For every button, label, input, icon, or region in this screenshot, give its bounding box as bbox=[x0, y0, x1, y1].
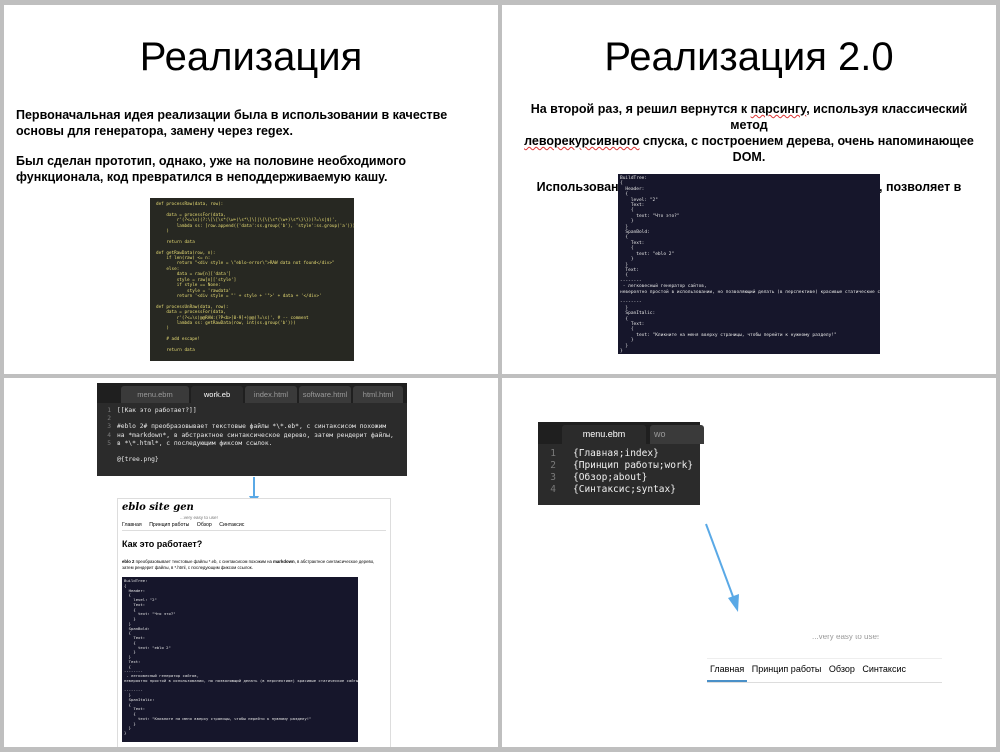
nav-how-it-works[interactable]: Принцип работы bbox=[752, 664, 822, 674]
slide-pipeline: menu.ebm work.eb index.html software.htm… bbox=[4, 378, 498, 747]
site-heading: Как это работает? bbox=[122, 539, 203, 549]
body-bold: markdown bbox=[273, 559, 295, 564]
nav-home[interactable]: Главная bbox=[122, 522, 142, 528]
slide-title: Реализация 2.0 bbox=[604, 35, 894, 79]
slide-title: Реализация bbox=[139, 35, 363, 79]
tree-screenshot: BuildTree:{ Header: { level: "2" Text: {… bbox=[618, 174, 880, 354]
nav-syntax[interactable]: Синтаксис bbox=[862, 664, 906, 674]
nav-items: Главная Принцип работы Обзор Синтаксис bbox=[710, 664, 912, 674]
text-part: На второй раз, я решил вернутся к bbox=[530, 102, 751, 116]
code-line: lambda ss: [row.append({'data':ss.group(… bbox=[156, 223, 354, 229]
code-line: r'(?<=\s)(?:\[\[\s*(\w+)\s*\]\]|\{\{\s*(… bbox=[156, 218, 338, 224]
code-line: return data bbox=[156, 347, 195, 353]
site-tagline: ...very easy to use! bbox=[180, 515, 218, 520]
site-preview: eblo site gen ...very easy to use! Главн… bbox=[117, 498, 391, 747]
nav-how-it-works[interactable]: Принцип работы bbox=[149, 522, 189, 528]
tree-line: невероятно простой в использовании, но п… bbox=[124, 677, 358, 683]
tree-line: } bbox=[124, 730, 127, 735]
paragraph-2: Был сделан прототип, однако, уже на поло… bbox=[16, 154, 407, 184]
site-body: eblo 2 преобразовывает текстовые файлы *… bbox=[122, 559, 382, 571]
tree-line: невероятно простой в использовании, но п… bbox=[620, 289, 880, 295]
body-bold: eblo 2 bbox=[122, 559, 135, 564]
site-nav: Главная Принцип работы Обзор Синтаксис bbox=[707, 658, 942, 683]
nav-overview[interactable]: Обзор bbox=[197, 522, 212, 528]
arrow-icon bbox=[705, 523, 739, 612]
slide-implementation-2: Реализация 2.0 На второй раз, я решил ве… bbox=[502, 5, 996, 374]
tagline-fragment: ...very easy to use! bbox=[812, 635, 880, 641]
word-parsing: парсингу bbox=[750, 102, 807, 116]
site-tree-image: BuildTree:{ Header: { level: "2" Text: {… bbox=[122, 577, 358, 742]
nav-home[interactable]: Главная bbox=[710, 664, 744, 674]
code-line: return "<div style = \"eblo-error\">RAW … bbox=[156, 261, 335, 267]
nav-syntax[interactable]: Синтаксис bbox=[219, 522, 244, 528]
text-part: спуска, с построением дерева, очень напо… bbox=[639, 134, 974, 164]
paragraph-1: На второй раз, я решил вернутся к парсин… bbox=[512, 101, 986, 165]
slide-implementation: Реализация Первоначальная идея реализаци… bbox=[4, 5, 498, 374]
paragraph-1: Первоначальная идея реализации была в ис… bbox=[16, 108, 448, 138]
site-nav: Главная Принцип работы Обзор Синтаксис bbox=[122, 522, 386, 531]
body-text: преобразовывает текстовые файлы *.eb, с … bbox=[134, 559, 274, 564]
site-logo: eblo site gen bbox=[122, 502, 194, 513]
word-left-recursive: леворекурсивного bbox=[524, 134, 640, 148]
tree-line: } bbox=[620, 349, 623, 354]
slide-text: Первоначальная идея реализации была в ис… bbox=[16, 107, 494, 185]
slide-menu: menu.ebm wo 1234 {Главная;index} {Принцип… bbox=[502, 378, 996, 747]
nav-active-underline bbox=[707, 680, 747, 682]
nav-overview[interactable]: Обзор bbox=[829, 664, 855, 674]
code-screenshot: def processRaw(data, row): data = proces… bbox=[150, 198, 354, 361]
